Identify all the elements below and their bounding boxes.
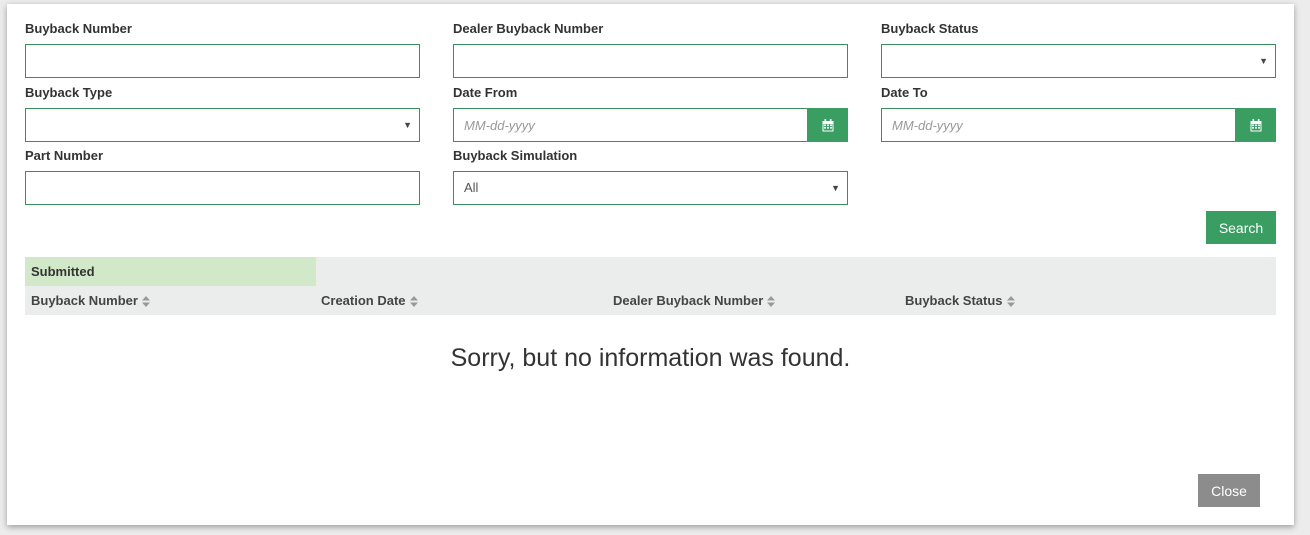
buyback-status-label: Buyback Status bbox=[881, 21, 979, 36]
date-to-calendar-button[interactable] bbox=[1235, 108, 1276, 142]
buyback-type-label: Buyback Type bbox=[25, 85, 113, 100]
buyback-simulation-value: All bbox=[464, 180, 479, 195]
caret-down-icon: ▼ bbox=[403, 120, 412, 130]
date-from-calendar-button[interactable] bbox=[807, 108, 848, 142]
sort-icon bbox=[141, 296, 150, 308]
sort-icon bbox=[409, 296, 418, 308]
column-label: Buyback Status bbox=[905, 293, 1003, 308]
part-number-input[interactable] bbox=[25, 171, 420, 205]
column-creation-date[interactable]: Creation Date bbox=[321, 286, 418, 315]
column-dealer-buyback-number[interactable]: Dealer Buyback Number bbox=[613, 286, 776, 315]
column-label: Creation Date bbox=[321, 293, 406, 308]
sort-icon bbox=[1006, 296, 1015, 308]
empty-results-message: Sorry, but no information was found. bbox=[450, 344, 851, 372]
buyback-type-select[interactable]: ▼ bbox=[25, 108, 420, 142]
buyback-status-select[interactable]: ▼ bbox=[881, 44, 1276, 78]
buyback-search-modal: Buyback Number Dealer Buyback Number Buy… bbox=[7, 4, 1294, 525]
search-button[interactable]: Search bbox=[1206, 211, 1276, 244]
date-from-input[interactable] bbox=[453, 108, 807, 142]
column-label: Buyback Number bbox=[31, 293, 138, 308]
caret-down-icon: ▼ bbox=[831, 183, 840, 193]
close-button[interactable]: Close bbox=[1198, 474, 1260, 507]
caret-down-icon: ▼ bbox=[1259, 56, 1268, 66]
calendar-icon bbox=[822, 118, 833, 131]
buyback-simulation-select[interactable]: All ▼ bbox=[453, 171, 848, 205]
date-to-label: Date To bbox=[881, 85, 928, 100]
calendar-icon bbox=[1250, 118, 1261, 131]
results-table-header: Submitted Buyback Number Creation Date D… bbox=[25, 257, 1276, 315]
dealer-buyback-number-label: Dealer Buyback Number bbox=[453, 21, 604, 36]
date-from-label: Date From bbox=[453, 85, 518, 100]
column-buyback-number[interactable]: Buyback Number bbox=[31, 286, 150, 315]
part-number-label: Part Number bbox=[25, 148, 104, 163]
date-to-input[interactable] bbox=[881, 108, 1235, 142]
sort-icon bbox=[767, 296, 776, 308]
buyback-number-label: Buyback Number bbox=[25, 21, 132, 36]
buyback-simulation-label: Buyback Simulation bbox=[453, 148, 578, 163]
dealer-buyback-number-input[interactable] bbox=[453, 44, 848, 78]
buyback-number-input[interactable] bbox=[25, 44, 420, 78]
column-buyback-status[interactable]: Buyback Status bbox=[905, 286, 1015, 315]
tab-submitted[interactable]: Submitted bbox=[25, 257, 316, 286]
column-label: Dealer Buyback Number bbox=[613, 293, 764, 308]
